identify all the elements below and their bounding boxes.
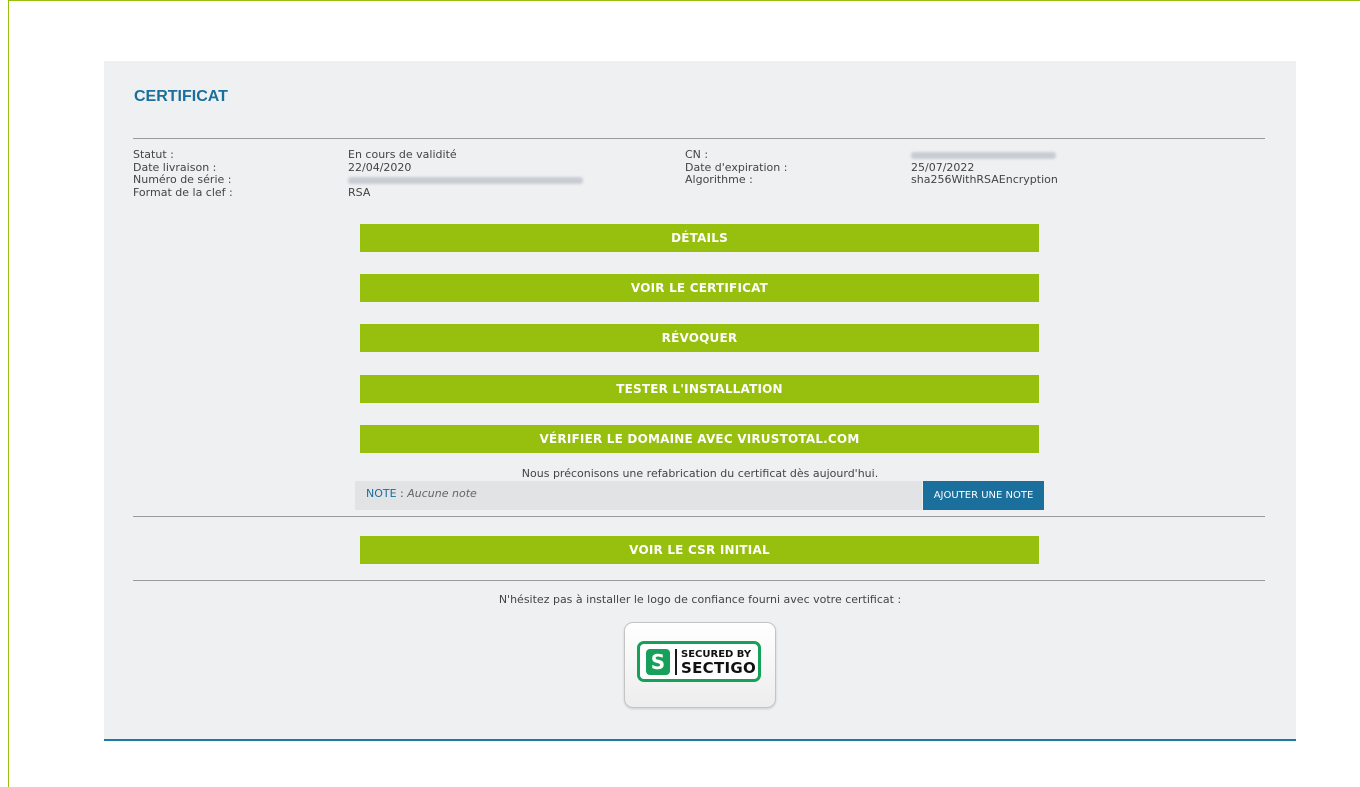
algorithm-label: Algorithme :	[685, 173, 753, 186]
delivery-date-value: 22/04/2020	[348, 160, 412, 174]
status-label: Statut :	[133, 148, 174, 161]
note-label: NOTE	[366, 487, 397, 500]
left-values-column: En cours de validité 22/04/2020 RSA	[348, 148, 583, 199]
algorithm-value: sha256WithRSAEncryption	[911, 173, 1058, 186]
trust-logo-hint: N'hésitez pas à installer le logo de con…	[498, 593, 902, 606]
badge-separator	[675, 649, 677, 675]
view-certificate-button[interactable]: VOIR LE CERTIFICAT	[360, 274, 1039, 302]
verify-domain-virustotal-button[interactable]: VÉRIFIER LE DOMAINE AVEC VIRUSTOTAL.COM	[360, 425, 1039, 453]
cn-redacted	[911, 151, 1056, 159]
serial-number-redacted	[348, 176, 583, 184]
sectigo-trust-badge[interactable]: S SECURED BY SECTIGO	[624, 622, 776, 708]
page-title: CERTIFICAT	[134, 88, 228, 105]
badge-line2: SECTIGO	[681, 659, 757, 677]
note: NOTE : Aucune note	[366, 487, 477, 500]
right-values-column: 25/07/2022 sha256WithRSAEncryption	[911, 149, 1058, 187]
divider-middle	[133, 516, 1265, 517]
add-note-button[interactable]: AJOUTER UNE NOTE	[923, 481, 1044, 510]
badge-frame: S SECURED BY SECTIGO	[637, 641, 761, 682]
test-installation-button[interactable]: TESTER L'INSTALLATION	[360, 375, 1039, 403]
left-labels-column: Statut : Date livraison : Numéro de séri…	[133, 148, 233, 199]
cn-label: CN :	[685, 148, 709, 161]
recommendation-text: Nous préconisons une refabrication du ce…	[521, 467, 879, 480]
right-labels-column: CN : Date d'expiration : Algorithme :	[685, 148, 787, 187]
key-format-value: RSA	[348, 185, 371, 199]
view-initial-csr-button[interactable]: VOIR LE CSR INITIAL	[360, 536, 1039, 564]
key-format-label: Format de la clef :	[133, 185, 233, 199]
page-frame: CERTIFICAT Statut : Date livraison : Num…	[8, 0, 1360, 787]
certificate-panel: CERTIFICAT Statut : Date livraison : Num…	[104, 61, 1296, 741]
note-separator: :	[396, 487, 408, 500]
note-value: Aucune note	[407, 487, 477, 500]
sectigo-s-icon: S	[646, 649, 670, 675]
divider-bottom	[133, 580, 1265, 581]
revoke-button[interactable]: RÉVOQUER	[360, 324, 1039, 352]
serial-number-value	[348, 174, 583, 187]
cn-value	[911, 149, 1058, 162]
divider-top	[133, 138, 1265, 139]
status-value: En cours de validité	[348, 148, 457, 161]
details-button[interactable]: DÉTAILS	[360, 224, 1039, 252]
serial-number-label: Numéro de série :	[133, 173, 232, 186]
